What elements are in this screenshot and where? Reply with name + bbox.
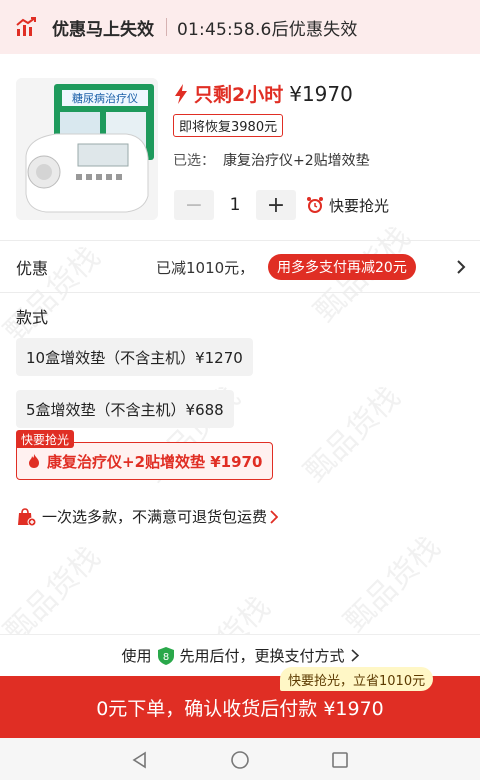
svg-text:8: 8 xyxy=(162,652,168,663)
chevron-right-icon xyxy=(270,509,279,524)
decrease-button[interactable]: − xyxy=(174,190,214,220)
order-button-label: 0元下单，确认收货后付款 ¥1970 xyxy=(96,697,384,720)
product-illustration: 糖尿病治疗仪 xyxy=(16,78,158,220)
restore-price-tag: 即将恢复3980元 xyxy=(173,114,284,137)
payment-text: 先用后付，更换支付方式 xyxy=(179,647,345,665)
time-remaining: 只剩2小时 xyxy=(194,84,284,106)
watermark: 甄品货栈 xyxy=(337,529,448,640)
payment-prefix: 使用 xyxy=(121,647,152,665)
multi-select-notice[interactable]: 一次选多款，不满意可退货包运费 xyxy=(16,506,279,527)
option-item[interactable]: 5盒增效垫（不含主机）¥688 xyxy=(16,390,234,428)
selected-variant: 已选： 康复治疗仪+2贴增效垫 xyxy=(173,150,370,170)
option-item[interactable]: 10盒增效垫（不含主机）¥1270 xyxy=(16,338,253,376)
section-divider xyxy=(0,240,480,241)
chart-icon xyxy=(16,17,36,36)
quantity-stepper: − 1 + 快要抢光 xyxy=(174,190,389,220)
savings-tag: 快要抢光，立省1010元 xyxy=(280,667,434,691)
alarm-clock-icon xyxy=(307,197,323,213)
price-line: 只剩2小时 ¥1970 xyxy=(172,80,353,107)
promo-pill[interactable]: 用多多支付再减20元 xyxy=(268,254,416,280)
lightning-icon xyxy=(175,83,187,104)
fire-icon xyxy=(29,454,39,468)
multi-select-text: 一次选多款，不满意可退货包运费 xyxy=(42,508,268,526)
watermark: 甄品货栈 xyxy=(0,539,108,650)
selected-label: 已选： xyxy=(173,153,215,169)
countdown-timer: 01:45:58.6后优惠失效 xyxy=(177,19,358,40)
system-navigation-bar xyxy=(0,738,480,780)
recent-apps-icon[interactable] xyxy=(330,750,350,770)
shopping-bag-icon xyxy=(18,507,36,526)
promo-label: 优惠 xyxy=(16,259,49,278)
selected-value: 康复治疗仪+2贴增效垫 xyxy=(223,153,370,169)
product-image[interactable]: 糖尿病治疗仪 xyxy=(16,78,158,220)
hot-selling-text: 快要抢光 xyxy=(329,196,390,215)
banner-divider xyxy=(166,18,167,36)
product-price: ¥1970 xyxy=(289,81,353,106)
home-icon[interactable] xyxy=(230,750,250,770)
options-title: 款式 xyxy=(16,308,49,327)
option-selected-label: 康复治疗仪+2贴增效垫 ¥1970 xyxy=(47,452,263,471)
chevron-right-icon xyxy=(350,649,359,662)
countdown-banner: 优惠马上失效 01:45:58.6后优惠失效 xyxy=(0,0,480,54)
box-label: 糖尿病治疗仪 xyxy=(72,91,138,105)
quantity-value[interactable]: 1 xyxy=(214,195,256,215)
chevron-right-icon xyxy=(457,260,466,274)
back-icon[interactable] xyxy=(130,750,150,770)
promo-saved: 已减1010元， xyxy=(156,258,255,277)
promo-row[interactable]: 优惠 已减1010元， 用多多支付再减20元 xyxy=(0,252,480,282)
selling-fast-badge: 快要抢光 xyxy=(16,430,75,448)
banner-title: 优惠马上失效 xyxy=(52,19,154,40)
hot-selling-label: 快要抢光 xyxy=(306,195,389,216)
shield-icon: 8 xyxy=(157,646,174,665)
increase-button[interactable]: + xyxy=(256,190,296,220)
watermark: 甄品货栈 xyxy=(297,379,408,490)
section-divider xyxy=(0,292,480,293)
